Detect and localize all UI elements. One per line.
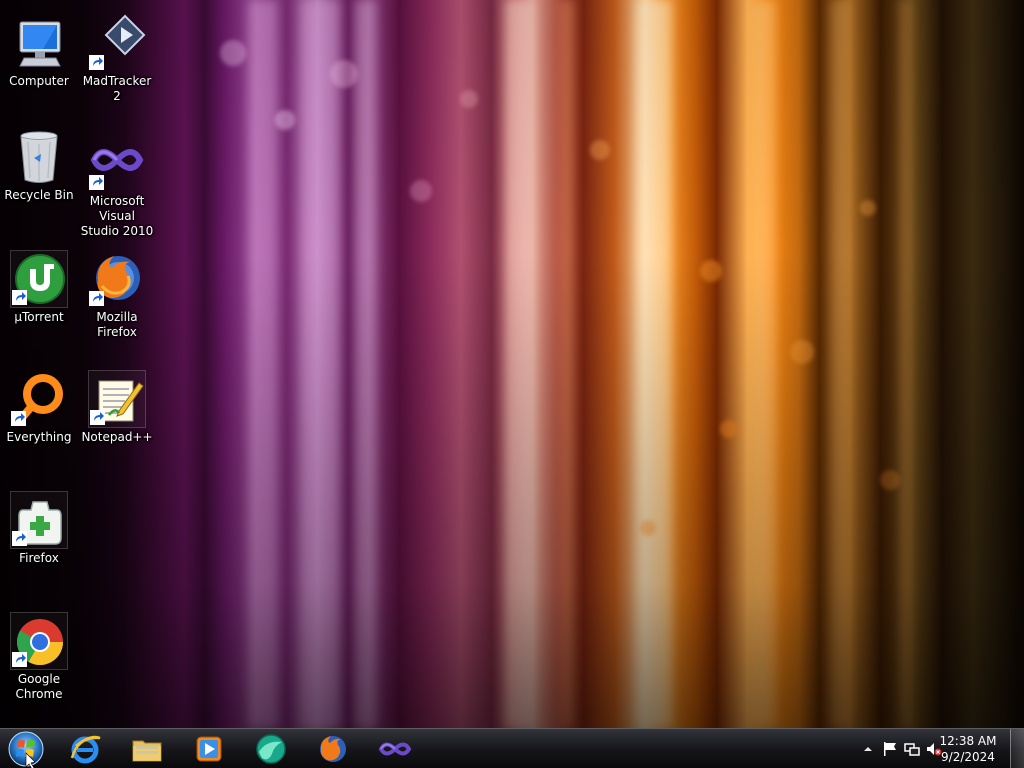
desktop-wallpaper: [0, 0, 1024, 728]
firefox-icon: [88, 250, 146, 308]
desktop-icon-label: Computer: [9, 74, 69, 88]
action-center-button[interactable]: [882, 741, 898, 757]
taskbar-pinned-firefox[interactable]: [308, 731, 358, 767]
system-tray: 12:38 AM 9/2/2024: [834, 729, 1024, 768]
desktop-icon-computer[interactable]: Computer: [1, 14, 77, 89]
show-hidden-icons-button[interactable]: [860, 741, 876, 757]
taskbar: 12:38 AM 9/2/2024: [0, 728, 1024, 768]
desktop-icon-google-chrome[interactable]: Google Chrome: [1, 612, 77, 702]
desktop-icon-label: Google Chrome: [15, 672, 63, 701]
firefox-portable-icon: [10, 491, 68, 549]
shortcut-arrow-icon: [11, 411, 26, 426]
desktop-icon-utorrent[interactable]: µTorrent: [1, 250, 77, 325]
desktop-icon-label: Mozilla Firefox: [96, 310, 138, 339]
desktop-icon-notepad-plus-plus[interactable]: Notepad++: [79, 370, 155, 445]
notepad-plus-plus-icon: [88, 370, 146, 428]
taskbar-pinned-media-player[interactable]: [184, 731, 234, 767]
shortcut-arrow-icon: [89, 55, 104, 70]
desktop-icon-firefox-portable[interactable]: Firefox: [1, 491, 77, 566]
clock-date: 9/2/2024: [941, 750, 995, 764]
shortcut-arrow-icon: [90, 410, 105, 425]
shortcut-arrow-icon: [12, 531, 27, 546]
chrome-icon: [10, 612, 68, 670]
internet-explorer-icon: [70, 735, 101, 764]
shortcut-arrow-icon: [12, 290, 27, 305]
taskbar-pinned-internet-explorer[interactable]: [60, 731, 110, 767]
teal-globe-icon: [256, 734, 286, 764]
visual-studio-icon: [88, 134, 146, 192]
folder-icon: [132, 740, 162, 762]
taskbar-pinned-browser[interactable]: [246, 731, 296, 767]
desktop-icon-label: Everything: [6, 430, 72, 444]
network-button[interactable]: [904, 741, 920, 757]
network-icon: [904, 743, 920, 756]
clock[interactable]: 12:38 AM 9/2/2024: [938, 733, 998, 765]
windows-start-orb-icon: [8, 731, 44, 768]
desktop-icon-label: Notepad++: [81, 430, 153, 444]
desktop-icon-everything[interactable]: Everything: [1, 370, 77, 445]
everything-search-icon: [10, 370, 68, 428]
start-button[interactable]: [4, 729, 50, 768]
desktop-icon-mozilla-firefox[interactable]: Mozilla Firefox: [79, 250, 155, 340]
desktop-icon-label: µTorrent: [14, 310, 64, 324]
show-desktop-button[interactable]: [1010, 729, 1024, 768]
taskbar-pinned-windows-explorer[interactable]: [122, 731, 172, 767]
computer-icon: [10, 14, 68, 72]
madtracker-icon: [88, 14, 146, 72]
shortcut-arrow-icon: [89, 291, 104, 306]
desktop-icon-label: Microsoft Visual Studio 2010: [80, 194, 154, 238]
clock-time: 12:38 AM: [939, 734, 997, 748]
shortcut-arrow-icon: [89, 175, 104, 190]
visual-studio-icon: [378, 742, 412, 756]
desktop-icon-label: Recycle Bin: [4, 188, 74, 202]
desktop-icon-label: Firefox: [19, 551, 59, 565]
action-center-flag-icon: [884, 742, 896, 756]
utorrent-icon: [10, 250, 68, 308]
desktop-icon-recycle-bin[interactable]: Recycle Bin: [1, 128, 77, 203]
media-player-icon: [196, 736, 222, 762]
desktop-icon-madtracker[interactable]: MadTracker 2: [79, 14, 155, 104]
firefox-icon: [320, 736, 346, 762]
taskbar-pinned-visual-studio[interactable]: [370, 731, 420, 767]
shortcut-arrow-icon: [12, 652, 27, 667]
desktop-icon-visual-studio[interactable]: Microsoft Visual Studio 2010: [79, 134, 155, 239]
desktop-icon-label: MadTracker 2: [82, 74, 152, 103]
recycle-bin-icon: [10, 128, 68, 186]
show-hidden-icons-icon: [864, 747, 872, 751]
